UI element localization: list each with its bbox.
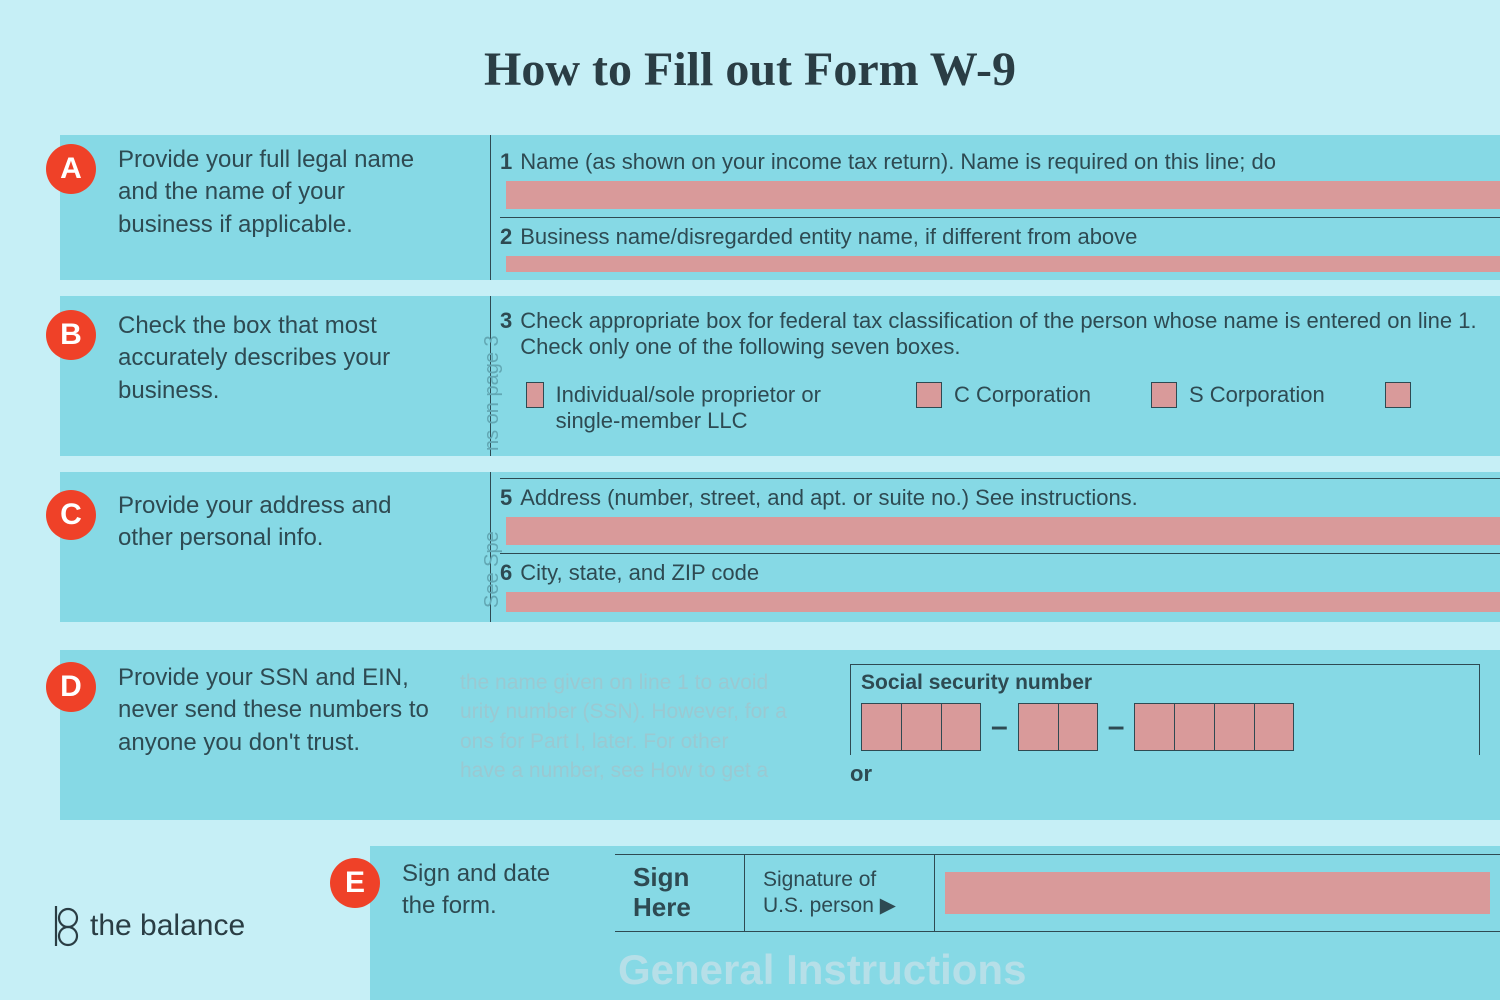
checkbox-opt4[interactable]: [1385, 382, 1423, 408]
us-person: U.S. person: [763, 894, 874, 917]
signature-field[interactable]: [945, 872, 1490, 914]
tip-b: Check the box that most accurately descr…: [118, 310, 418, 407]
ssn-field[interactable]: – –: [861, 703, 1469, 751]
line3-text: Check appropriate box for federal tax cl…: [520, 308, 1500, 360]
page-title: How to Fill out Form W-9: [0, 0, 1500, 127]
line5-num: 5: [500, 485, 512, 510]
line5-text: Address (number, street, and apt. or sui…: [520, 485, 1138, 510]
line6-field[interactable]: [506, 592, 1500, 612]
checkbox-opt1[interactable]: Individual/sole proprietor or single-mem…: [526, 382, 856, 434]
line2-field[interactable]: [506, 256, 1500, 272]
arrow-icon: ▶: [880, 894, 896, 917]
ssn-faded-text: the name given on line 1 to avoid urity …: [460, 668, 810, 786]
line1-num: 1: [500, 149, 512, 174]
line3-num: 3: [500, 308, 512, 360]
tip-e: Sign and date the form.: [402, 858, 582, 923]
line1-field[interactable]: [506, 181, 1500, 209]
general-instructions: General Instructions: [618, 946, 1500, 994]
checkbox-opt2[interactable]: C Corporation: [916, 382, 1091, 408]
line5-field[interactable]: [506, 517, 1500, 545]
badge-e: E: [330, 858, 380, 908]
brand-logo: the balance: [46, 904, 245, 948]
line2-text: Business name/disregarded entity name, i…: [520, 224, 1137, 249]
checkbox-opt3[interactable]: S Corporation: [1151, 382, 1325, 408]
tip-a: Provide your full legal name and the nam…: [118, 144, 438, 241]
checkbox-icon: [916, 382, 942, 408]
line1-text: Name (as shown on your income tax return…: [520, 149, 1276, 174]
ssn-label: Social security number: [861, 671, 1469, 695]
tip-c: Provide your address and other personal …: [118, 490, 418, 555]
badge-d: D: [46, 662, 96, 712]
line2-num: 2: [500, 224, 512, 249]
line6-num: 6: [500, 560, 512, 585]
checkbox-icon: [1385, 382, 1411, 408]
or-label: or: [850, 761, 1480, 787]
sign-here: Sign Here: [633, 863, 726, 923]
tip-d: Provide your SSN and EIN, never send the…: [118, 662, 438, 759]
badge-a: A: [46, 144, 96, 194]
badge-c: C: [46, 490, 96, 540]
badge-b: B: [46, 310, 96, 360]
checkbox-icon: [1151, 382, 1177, 408]
line6-text: City, state, and ZIP code: [520, 560, 759, 585]
balance-icon: [46, 904, 80, 948]
checkbox-icon: [526, 382, 544, 408]
sig-of: Signature of: [763, 867, 876, 893]
